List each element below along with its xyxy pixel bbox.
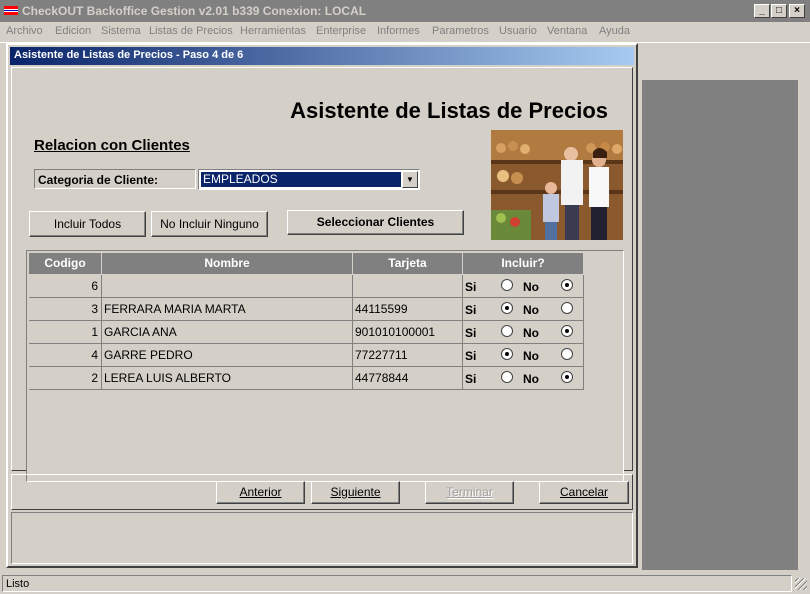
cell-incluir: Si No bbox=[463, 298, 584, 321]
app-title: CheckOUT Backoffice Gestion v2.01 b339 C… bbox=[22, 4, 367, 18]
include-no-radio[interactable] bbox=[561, 302, 573, 314]
no-label: No bbox=[523, 303, 539, 317]
include-no-radio[interactable] bbox=[561, 371, 573, 383]
cell-codigo: 1 bbox=[29, 321, 102, 344]
no-label: No bbox=[523, 326, 539, 340]
section-heading: Relacion con Clientes bbox=[34, 137, 190, 154]
include-no-radio[interactable] bbox=[561, 348, 573, 360]
menu-sistema[interactable]: Sistema bbox=[101, 25, 141, 37]
category-select[interactable]: EMPLEADOS ▼ bbox=[198, 169, 420, 190]
cell-nombre: FERRARA MARIA MARTA bbox=[102, 298, 353, 321]
yes-label: Si bbox=[465, 349, 477, 363]
menu-bar: Archivo Edicion Sistema Listas de Precio… bbox=[0, 22, 810, 42]
include-no-radio[interactable] bbox=[561, 279, 573, 291]
previous-button[interactable]: Anterior bbox=[216, 481, 305, 504]
app-title-bar: CheckOUT Backoffice Gestion v2.01 b339 C… bbox=[0, 0, 810, 22]
menu-enterprise[interactable]: Enterprise bbox=[316, 25, 366, 37]
menu-herramientas[interactable]: Herramientas bbox=[240, 25, 306, 37]
clients-table: Codigo Nombre Tarjeta Incluir? 6 Si No 3 FER… bbox=[26, 250, 624, 482]
cell-nombre: GARCIA ANA bbox=[102, 321, 353, 344]
chevron-down-icon[interactable]: ▼ bbox=[402, 171, 418, 188]
menu-edicion[interactable]: Edicion bbox=[55, 25, 91, 37]
menu-listas-de-precios[interactable]: Listas de Precios bbox=[149, 25, 233, 37]
include-yes-radio[interactable] bbox=[501, 348, 513, 360]
lower-panel bbox=[11, 512, 633, 564]
menu-archivo[interactable]: Archivo bbox=[6, 25, 43, 37]
nav-panel: Anterior Siguiente Terminar Cancelar bbox=[11, 474, 633, 510]
cell-incluir: Si No bbox=[463, 321, 584, 344]
category-label: Categoria de Cliente: bbox=[34, 169, 196, 189]
dialog-title-bar: Asistente de Listas de Precios - Paso 4 … bbox=[10, 47, 634, 65]
yes-label: Si bbox=[465, 280, 477, 294]
column-header-nombre[interactable]: Nombre bbox=[102, 253, 353, 274]
menu-informes[interactable]: Informes bbox=[377, 25, 420, 37]
shop-photo bbox=[491, 130, 623, 240]
yes-label: Si bbox=[465, 303, 477, 317]
wizard-dialog: Asistente de Listas de Precios - Paso 4 … bbox=[6, 43, 638, 568]
no-label: No bbox=[523, 349, 539, 363]
finish-button[interactable]: Terminar bbox=[425, 481, 514, 504]
resize-grip-icon[interactable] bbox=[795, 578, 807, 590]
menu-ayuda[interactable]: Ayuda bbox=[599, 25, 630, 37]
include-all-button[interactable]: Incluir Todos bbox=[29, 211, 146, 237]
cell-incluir: Si No bbox=[463, 275, 584, 298]
cell-codigo: 2 bbox=[29, 367, 102, 390]
no-label: No bbox=[523, 280, 539, 294]
cell-tarjeta: 77227711 bbox=[353, 344, 463, 367]
cell-incluir: Si No bbox=[463, 367, 584, 390]
cell-tarjeta: 44115599 bbox=[353, 298, 463, 321]
cell-tarjeta: 44778844 bbox=[353, 367, 463, 390]
column-header-tarjeta[interactable]: Tarjeta bbox=[353, 253, 463, 274]
yes-label: Si bbox=[465, 372, 477, 386]
cell-tarjeta bbox=[353, 275, 463, 298]
cell-codigo: 4 bbox=[29, 344, 102, 367]
category-selected-value: EMPLEADOS bbox=[201, 172, 401, 187]
app-icon bbox=[4, 6, 18, 15]
wizard-heading: Asistente de Listas de Precios bbox=[290, 98, 608, 123]
cell-nombre bbox=[102, 275, 353, 298]
cell-incluir: Si No bbox=[463, 344, 584, 367]
next-button[interactable]: Siguiente bbox=[311, 481, 400, 504]
menu-parametros[interactable]: Parametros bbox=[432, 25, 489, 37]
menu-ventana[interactable]: Ventana bbox=[547, 25, 587, 37]
include-yes-radio[interactable] bbox=[501, 302, 513, 314]
cell-codigo: 6 bbox=[29, 275, 102, 298]
yes-label: Si bbox=[465, 326, 477, 340]
column-header-incluir[interactable]: Incluir? bbox=[463, 253, 584, 274]
menu-usuario[interactable]: Usuario bbox=[499, 25, 537, 37]
cell-tarjeta: 901010100001 bbox=[353, 321, 463, 344]
minimize-button[interactable]: _ bbox=[754, 4, 770, 18]
include-no-radio[interactable] bbox=[561, 325, 573, 337]
status-bar: Listo bbox=[0, 574, 810, 594]
maximize-button[interactable]: □ bbox=[771, 4, 787, 18]
wizard-panel: Asistente de Listas de Precios Relacion … bbox=[11, 67, 633, 482]
status-text: Listo bbox=[2, 575, 792, 592]
include-yes-radio[interactable] bbox=[501, 325, 513, 337]
select-clients-button[interactable]: Seleccionar Clientes bbox=[287, 210, 464, 235]
mdi-client-area bbox=[642, 80, 798, 570]
column-header-codigo[interactable]: Codigo bbox=[29, 253, 102, 274]
cancel-button[interactable]: Cancelar bbox=[539, 481, 629, 504]
dialog-title: Asistente de Listas de Precios - Paso 4 … bbox=[14, 49, 244, 61]
include-none-button[interactable]: No Incluir Ninguno bbox=[151, 211, 268, 237]
cell-nombre: GARRE PEDRO bbox=[102, 344, 353, 367]
no-label: No bbox=[523, 372, 539, 386]
include-yes-radio[interactable] bbox=[501, 371, 513, 383]
cell-codigo: 3 bbox=[29, 298, 102, 321]
cell-nombre: LEREA LUIS ALBERTO bbox=[102, 367, 353, 390]
include-yes-radio[interactable] bbox=[501, 279, 513, 291]
close-button[interactable]: × bbox=[789, 4, 805, 18]
